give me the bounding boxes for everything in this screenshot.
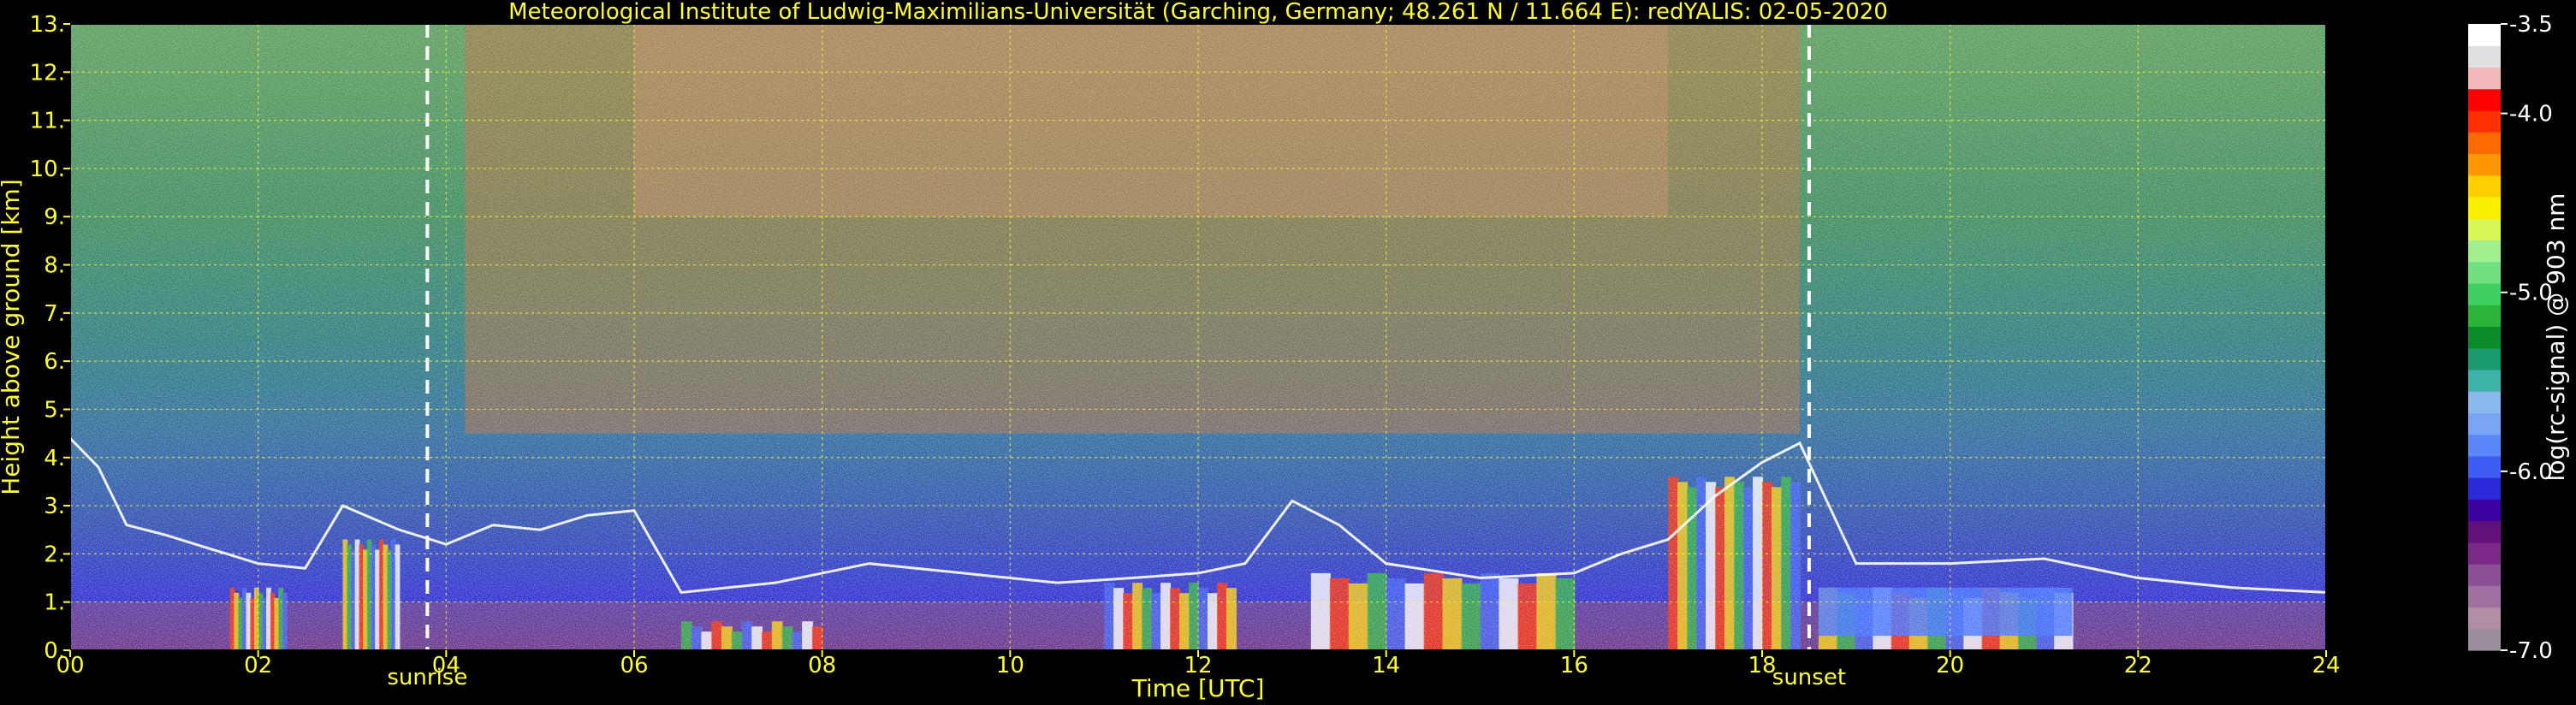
x-tick-label: 16 [1560, 653, 1588, 678]
colorbar-swatch [2468, 88, 2501, 111]
y-tick-label: 10. [30, 157, 65, 182]
x-tick-label: 22 [2124, 653, 2152, 678]
colorbar-swatch [2468, 347, 2501, 370]
colorbar-swatch [2468, 412, 2501, 435]
y-tick-label: 7. [44, 301, 65, 327]
colorbar-swatch [2468, 564, 2501, 586]
colorbar-swatch [2468, 196, 2501, 219]
colorbar-swatch [2468, 132, 2501, 155]
y-tick-label: 3. [44, 494, 65, 519]
y-tick-label: 12. [30, 60, 65, 86]
y-tick-label: 9. [44, 204, 65, 230]
colorbar-swatch [2468, 175, 2501, 198]
colorbar-swatch [2468, 282, 2501, 305]
colorbar-swatch [2468, 261, 2501, 284]
colorbar-swatch [2468, 305, 2501, 327]
colorbar-tick-label: -3.5 [2509, 12, 2553, 38]
x-tick-label: 02 [244, 653, 272, 678]
colorbar-swatch [2468, 153, 2501, 176]
colorbar-swatch [2468, 326, 2501, 349]
colorbar-swatch [2468, 607, 2501, 630]
colorbar-swatch [2468, 369, 2501, 392]
y-axis-label: Height above ground [km] [0, 179, 25, 495]
colorbar-swatch [2468, 218, 2501, 241]
colorbar-swatch [2468, 391, 2501, 413]
colorbar-swatch [2468, 45, 2501, 68]
chart-title: Meteorological Institute of Ludwig-Maxim… [508, 0, 1888, 25]
colorbar-swatch [2468, 628, 2501, 651]
y-tick-label: 2. [44, 542, 65, 567]
y-tick-label: 5. [44, 397, 65, 423]
x-tick-label: 08 [808, 653, 836, 678]
colorbar-swatch [2468, 477, 2501, 500]
y-tick-label: 11. [30, 109, 65, 134]
x-tick-label: 24 [2312, 653, 2340, 678]
colorbar-swatch [2468, 585, 2501, 608]
y-tick-label: 8. [44, 253, 65, 279]
colorbar-label: log(rc-signal) @ 903 nm [2542, 193, 2570, 482]
x-axis-label: Time [UTC] [1131, 674, 1265, 702]
x-tick-label: 18 [1748, 653, 1776, 678]
y-tick-label: 6. [44, 349, 65, 375]
colorbar-swatch [2468, 520, 2501, 543]
colorbar-swatch [2468, 455, 2501, 478]
colorbar-swatch [2468, 499, 2501, 522]
colorbar-swatch [2468, 240, 2501, 263]
colorbar-swatch [2468, 542, 2501, 565]
colorbar-tick-label: -7.0 [2509, 638, 2553, 664]
colorbar-swatch [2468, 434, 2501, 457]
y-tick-label: 1. [44, 590, 65, 616]
colorbar-swatch [2468, 24, 2501, 46]
colorbar-swatch [2468, 67, 2501, 90]
y-tick-label: 13. [30, 12, 65, 38]
x-tick-label: 14 [1372, 653, 1400, 678]
colorbar: -7.0-6.0-5.0-4.0-3.5 [2468, 12, 2553, 664]
lidar-chart: sunrise sunset 00 02 04 06 08 10 12 14 16 18 20 22 24… [0, 0, 2570, 702]
y-tick-label: 4. [44, 446, 65, 471]
colorbar-tick-label: -4.0 [2509, 102, 2553, 127]
x-tick-label: 04 [432, 653, 460, 678]
y-tick-label: 0. [44, 638, 65, 664]
x-tick-label: 20 [1936, 653, 1964, 678]
lidar-figure: sunrise sunset 00 02 04 06 08 10 12 14 16 18 20 22 24… [0, 0, 2576, 705]
x-tick-label: 10 [996, 653, 1024, 678]
colorbar-swatch [2468, 110, 2501, 133]
x-tick-label: 06 [620, 653, 648, 678]
sun-marker-label: sunset [1772, 665, 1846, 690]
